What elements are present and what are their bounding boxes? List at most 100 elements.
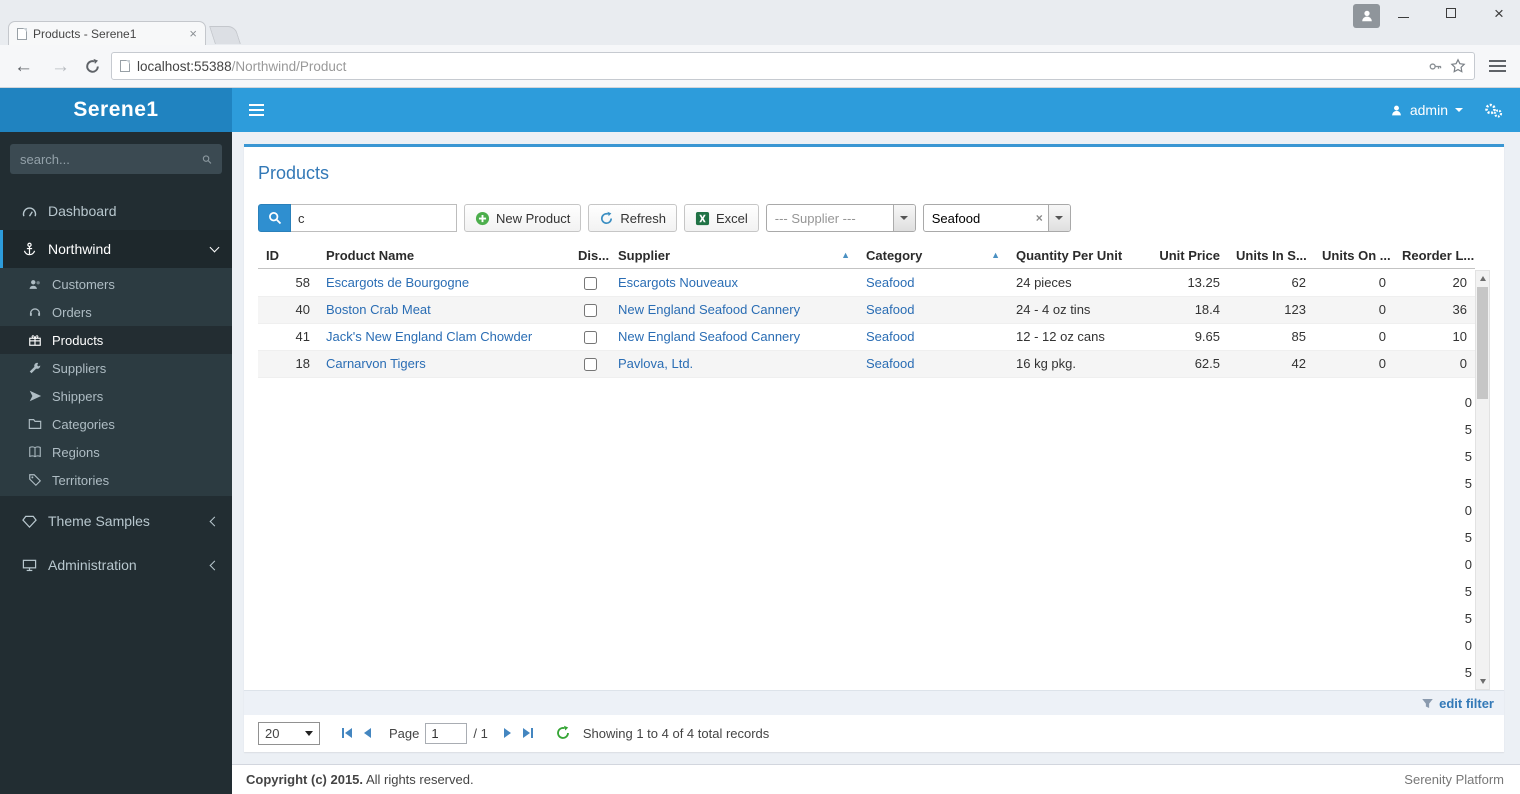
product-link[interactable]: Boston Crab Meat [326, 302, 431, 317]
discontinued-checkbox[interactable] [583, 357, 597, 371]
discontinued-checkbox[interactable] [583, 303, 597, 317]
sidebar-item-products[interactable]: Products [0, 326, 232, 354]
category-link[interactable]: Seafood [866, 356, 914, 371]
cell-units-on-order: 0 [1378, 275, 1386, 290]
forward-button[interactable]: → [47, 57, 74, 76]
sidebar-item-northwind[interactable]: Northwind [0, 230, 232, 268]
supplier-link[interactable]: Pavlova, Ltd. [618, 356, 693, 371]
category-link[interactable]: Seafood [866, 329, 914, 344]
supplier-link[interactable]: New England Seafood Cannery [618, 302, 800, 317]
dropdown-arrow-button[interactable] [892, 205, 915, 231]
col-header-quantity-per-unit[interactable]: Quantity Per Unit [1008, 242, 1136, 268]
new-product-button[interactable]: New Product [464, 204, 582, 232]
last-page-button[interactable] [517, 724, 539, 742]
table-row[interactable]: 40 Boston Crab Meat New England Seafood … [258, 297, 1475, 324]
refresh-icon [601, 211, 613, 224]
col-header-units-on-order[interactable]: Units On ... [1314, 242, 1394, 268]
supplier-link[interactable]: Escargots Nouveaux [618, 275, 738, 290]
supplier-filter-select[interactable]: --- Supplier --- [765, 204, 916, 232]
ghost-cell: 0 [1464, 503, 1472, 518]
browser-menu-button[interactable] [1485, 56, 1510, 76]
col-header-category[interactable]: Category ▲ [858, 242, 1008, 268]
col-header-units-in-stock[interactable]: Units In S... [1228, 242, 1314, 268]
scrollbar-thumb[interactable] [1477, 287, 1488, 399]
clear-filter-icon[interactable]: × [1031, 211, 1048, 225]
grid-scrollbar[interactable] [1475, 270, 1490, 690]
cell-discontinued [570, 324, 610, 350]
col-header-discontinued[interactable]: Dis... [570, 242, 610, 268]
sidebar-item-dashboard[interactable]: Dashboard [0, 192, 232, 230]
first-page-button[interactable] [336, 724, 358, 742]
discontinued-checkbox[interactable] [583, 330, 597, 344]
table-row[interactable]: 58 Escargots de Bourgogne Escargots Nouv… [258, 270, 1475, 297]
browser-tab[interactable]: Products - Serene1 × [8, 21, 206, 45]
quick-search-input[interactable] [291, 204, 457, 232]
page-size-select[interactable]: 20 [258, 721, 320, 745]
sidebar-item-administration[interactable]: Administration [0, 546, 232, 584]
quick-search-button[interactable] [258, 204, 291, 232]
sidebar-toggle-button[interactable] [232, 104, 281, 116]
tab-close-icon[interactable]: × [189, 27, 197, 40]
new-tab-button[interactable] [209, 26, 241, 44]
cell-unit-price: 18.4 [1194, 302, 1220, 317]
user-menu[interactable]: admin [1390, 102, 1463, 118]
sidebar-search-input[interactable] [20, 151, 196, 167]
cell-quantity-per-unit: 16 kg pkg. [1016, 356, 1076, 371]
col-header-id[interactable]: ID [258, 242, 318, 268]
sidebar-item-customers[interactable]: Customers [0, 270, 232, 298]
ghost-cell: 5 [1464, 530, 1472, 545]
pager-refresh-button[interactable] [555, 725, 571, 741]
brand[interactable]: Serene1 [0, 88, 232, 132]
product-link[interactable]: Jack's New England Clam Chowder [326, 329, 532, 344]
cell-discontinued [570, 351, 610, 377]
scroll-down-button[interactable] [1476, 674, 1489, 689]
product-link[interactable]: Carnarvon Tigers [326, 356, 426, 371]
table-row[interactable]: 41 Jack's New England Clam Chowder New E… [258, 324, 1475, 351]
category-filter-select[interactable]: Seafood × [922, 204, 1071, 232]
search-icon [202, 154, 212, 164]
maximize-button[interactable] [1444, 6, 1458, 20]
reload-button[interactable] [84, 58, 101, 75]
page-number-input[interactable] [425, 722, 468, 744]
sidebar-item-theme-samples[interactable]: Theme Samples [0, 502, 232, 540]
product-link[interactable]: Escargots de Bourgogne [326, 275, 469, 290]
sidebar-item-shippers[interactable]: Shippers [0, 382, 232, 410]
scroll-up-button[interactable] [1476, 271, 1489, 286]
supplier-link[interactable]: New England Seafood Cannery [618, 329, 800, 344]
address-bar[interactable]: localhost:55388/Northwind/Product [111, 52, 1475, 80]
sidebar-item-orders[interactable]: Orders [0, 298, 232, 326]
profile-avatar-button[interactable] [1353, 4, 1380, 28]
prev-page-button[interactable] [358, 724, 377, 742]
sidebar-search[interactable] [10, 144, 222, 174]
refresh-button[interactable]: Refresh [588, 204, 677, 232]
category-link[interactable]: Seafood [866, 275, 914, 290]
discontinued-checkbox[interactable] [583, 276, 597, 290]
sidebar-item-suppliers[interactable]: Suppliers [0, 354, 232, 382]
grid-toolbar: New Product Refresh Excel --- Supplier -… [258, 203, 1490, 233]
col-header-unit-price[interactable]: Unit Price [1136, 242, 1228, 268]
edit-filter-link[interactable]: edit filter [1439, 696, 1494, 711]
col-header-supplier[interactable]: Supplier ▲ [610, 242, 858, 268]
next-page-button[interactable] [498, 724, 517, 742]
close-button[interactable]: × [1492, 5, 1506, 22]
cell-supplier: New England Seafood Cannery [610, 324, 858, 350]
excel-export-button[interactable]: Excel [683, 204, 759, 232]
sidebar-item-label: Northwind [48, 241, 112, 257]
minimize-button[interactable] [1396, 6, 1410, 20]
window-controls: × [1396, 5, 1506, 22]
page-title: Products [258, 163, 330, 183]
category-link[interactable]: Seafood [866, 302, 914, 317]
col-header-product-name[interactable]: Product Name [318, 242, 570, 268]
sidebar-item-territories[interactable]: Territories [0, 466, 232, 494]
sidebar-item-categories[interactable]: Categories [0, 410, 232, 438]
sidebar-item-regions[interactable]: Regions [0, 438, 232, 466]
settings-gears-button[interactable] [1483, 102, 1504, 119]
dropdown-arrow-button[interactable] [1047, 205, 1070, 231]
col-header-reorder-level[interactable]: Reorder L... [1394, 242, 1475, 268]
back-button[interactable]: ← [10, 57, 37, 76]
supplier-filter-value: --- Supplier --- [774, 210, 856, 226]
cell-category: Seafood [858, 324, 1008, 350]
bookmark-star-icon[interactable] [1450, 58, 1466, 74]
key-icon[interactable] [1428, 59, 1443, 74]
table-row[interactable]: 18 Carnarvon Tigers Pavlova, Ltd. Seafoo… [258, 351, 1475, 378]
